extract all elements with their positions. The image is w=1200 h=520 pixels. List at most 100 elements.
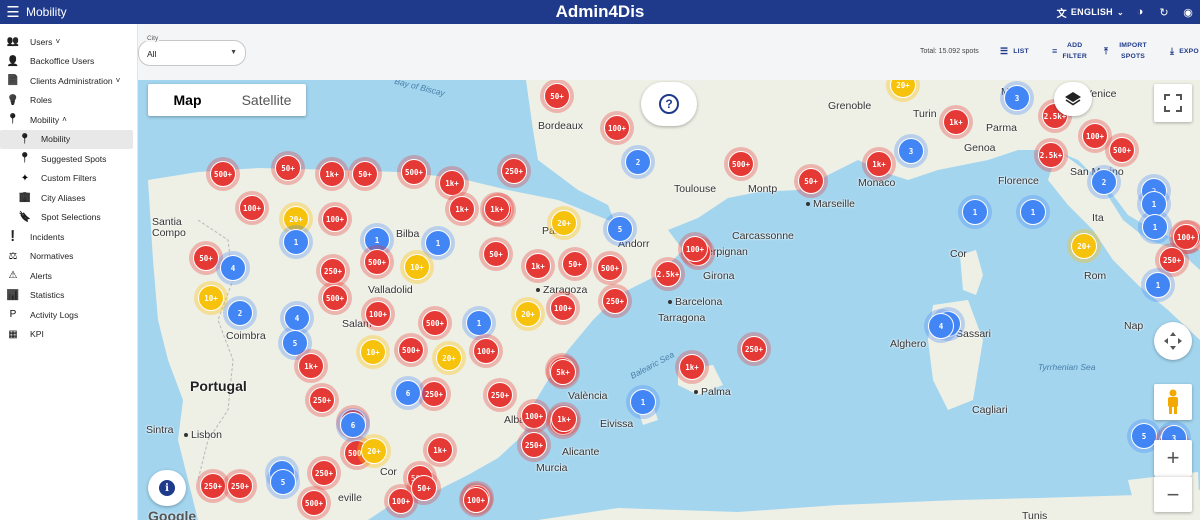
sidebar-item-mobility-sub[interactable]: 📍 Mobility: [0, 129, 133, 149]
cluster-marker-yellow[interactable]: 20+: [357, 434, 391, 468]
cluster-marker-blue[interactable]: 2: [1087, 165, 1121, 199]
cluster-marker-red[interactable]: 50+: [348, 157, 382, 191]
cluster-marker-red[interactable]: 1k+: [939, 105, 973, 139]
layers-button[interactable]: [1054, 82, 1092, 116]
sidebar-item-mobility[interactable]: 📍 Mobility ˄: [0, 110, 137, 130]
cluster-marker-red[interactable]: 1k+: [294, 349, 328, 383]
cluster-marker-red[interactable]: 1k+: [547, 402, 581, 436]
sidebar-item-roles[interactable]: 💡 Roles: [0, 91, 137, 111]
city-select[interactable]: City All ▼: [138, 35, 246, 66]
cluster-marker-red[interactable]: 500+: [593, 251, 627, 285]
sidebar-item-backoffice-users[interactable]: 👤 Backoffice Users: [0, 52, 137, 72]
account-icon[interactable]: ◉: [1180, 4, 1196, 20]
cluster-marker-red[interactable]: 1k+: [423, 433, 457, 467]
cluster-marker-red[interactable]: 250+: [307, 456, 341, 490]
help-button[interactable]: ?: [641, 82, 697, 126]
cluster-marker-blue[interactable]: 1: [1016, 195, 1050, 229]
cluster-marker-red[interactable]: 250+: [598, 284, 632, 318]
cluster-marker-red[interactable]: 50+: [271, 151, 305, 185]
sidebar-item-users[interactable]: 👥 Users ˅: [0, 32, 137, 52]
cluster-marker-blue[interactable]: 6: [391, 376, 425, 410]
list-button[interactable]: ☰ LIST: [1000, 46, 1029, 57]
cluster-marker-red[interactable]: 250+: [517, 428, 551, 462]
cluster-marker-blue[interactable]: 2: [223, 296, 257, 330]
cluster-marker-red[interactable]: 500+: [724, 147, 758, 181]
fullscreen-button[interactable]: [1154, 84, 1192, 122]
cluster-marker-red[interactable]: 250+: [483, 378, 517, 412]
cluster-marker-yellow[interactable]: 10+: [356, 335, 390, 369]
zoom-in-button[interactable]: +: [1154, 440, 1192, 476]
cluster-marker-red[interactable]: 1k+: [862, 147, 896, 181]
map-type-satellite[interactable]: Satellite: [227, 84, 306, 116]
cluster-marker-red[interactable]: 100+: [318, 202, 352, 236]
street-view-button[interactable]: [1154, 384, 1192, 420]
add-filter-button[interactable]: ≡ ADD FILTER: [1052, 40, 1087, 62]
cluster-marker-red[interactable]: 250+: [223, 469, 257, 503]
cluster-marker-blue[interactable]: 3: [1000, 81, 1034, 115]
cluster-marker-red[interactable]: 100+: [235, 191, 269, 225]
cluster-marker-red[interactable]: 250+: [737, 332, 771, 366]
cluster-marker-red[interactable]: 500+: [394, 333, 428, 367]
cluster-marker-red[interactable]: 500+: [297, 486, 331, 520]
cluster-marker-red[interactable]: 1k+: [315, 157, 349, 191]
cluster-marker-red[interactable]: 100+: [600, 111, 634, 145]
sidebar-item-city-aliases-sub[interactable]: 🏢 City Aliases: [0, 188, 137, 208]
cluster-marker-red[interactable]: 1k+: [675, 350, 709, 384]
sidebar-item-spot-selections-sub[interactable]: 🔖 Spot Selections: [0, 208, 137, 228]
cluster-marker-red[interactable]: 50+: [540, 80, 574, 113]
info-button[interactable]: i: [148, 470, 186, 506]
map-type-map[interactable]: Map: [148, 84, 227, 116]
cluster-marker-yellow[interactable]: 20+: [1067, 229, 1101, 263]
language-selector[interactable]: 文 ENGLISH ⌄: [1057, 5, 1124, 20]
sidebar-item-kpi[interactable]: ▦ KPI: [0, 325, 137, 345]
cluster-marker-red[interactable]: 500+: [318, 281, 352, 315]
sidebar-item-custom-filters-sub[interactable]: ✦ Custom Filters: [0, 169, 137, 189]
cluster-marker-red[interactable]: 2.5k+: [1034, 138, 1068, 172]
cluster-marker-red[interactable]: 50+: [558, 247, 592, 281]
cluster-marker-red[interactable]: 500+: [360, 245, 394, 279]
cluster-marker-blue[interactable]: 4: [924, 309, 958, 343]
theme-icon[interactable]: ◑: [1132, 4, 1148, 20]
cluster-marker-red[interactable]: 1k+: [521, 249, 555, 283]
cluster-marker-red[interactable]: 5k+: [546, 355, 580, 389]
sidebar-item-suggested-spots-sub[interactable]: 📍 Suggested Spots: [0, 149, 137, 169]
refresh-icon[interactable]: ↻: [1156, 4, 1172, 20]
pan-control[interactable]: [1154, 322, 1192, 360]
cluster-marker-yellow[interactable]: 20+: [432, 341, 466, 375]
sidebar-item-normatives[interactable]: ⚖ Normatives: [0, 247, 137, 267]
cluster-marker-red[interactable]: 250+: [305, 383, 339, 417]
cluster-marker-red[interactable]: 250+: [497, 154, 531, 188]
cluster-marker-red[interactable]: 1k+: [445, 192, 479, 226]
cluster-marker-red[interactable]: 500+: [418, 306, 452, 340]
cluster-marker-red[interactable]: 500+: [206, 157, 240, 191]
cluster-marker-red[interactable]: 1k+: [480, 192, 514, 226]
sidebar-item-alerts[interactable]: ⚠ Alerts: [0, 266, 137, 286]
cluster-marker-blue[interactable]: 1: [626, 385, 660, 419]
sidebar-item-activity-logs[interactable]: P Activity Logs: [0, 305, 137, 325]
cluster-marker-yellow[interactable]: 20+: [547, 206, 581, 240]
cluster-marker-blue[interactable]: 5: [266, 465, 300, 499]
cluster-marker-blue[interactable]: 4: [216, 251, 250, 285]
cluster-marker-blue[interactable]: 5: [603, 212, 637, 246]
cluster-marker-red[interactable]: 50+: [407, 471, 441, 505]
cluster-marker-red[interactable]: 500+: [397, 155, 431, 189]
sidebar-item-incidents[interactable]: ❗ Incidents: [0, 227, 137, 247]
cluster-marker-blue[interactable]: 1: [1141, 268, 1175, 302]
map[interactable]: Bay of BiscayBordeauxGrenobleMilanVenice…: [138, 80, 1200, 520]
cluster-marker-red[interactable]: 50+: [479, 237, 513, 271]
cluster-marker-blue[interactable]: 3: [894, 134, 928, 168]
menu-icon[interactable]: ☰: [0, 0, 26, 24]
cluster-marker-blue[interactable]: 2: [621, 145, 655, 179]
cluster-marker-red[interactable]: 50+: [794, 164, 828, 198]
cluster-marker-red[interactable]: 100+: [459, 483, 493, 517]
cluster-marker-red[interactable]: 2.5k+: [651, 257, 685, 291]
import-spots-button[interactable]: ⤒ IMPORT SPOTS: [1104, 40, 1147, 62]
cluster-marker-yellow[interactable]: 20+: [511, 297, 545, 331]
cluster-marker-yellow[interactable]: 10+: [400, 250, 434, 284]
sidebar-item-clients-administration[interactable]: 📄 Clients Administration ˅: [0, 71, 137, 91]
cluster-marker-red[interactable]: 100+: [678, 232, 712, 266]
zoom-out-button[interactable]: −: [1154, 476, 1192, 512]
cluster-marker-red[interactable]: 100+: [546, 291, 580, 325]
export-button[interactable]: ⤓ EXPO: [1170, 46, 1199, 57]
cluster-marker-blue[interactable]: 1: [279, 225, 313, 259]
